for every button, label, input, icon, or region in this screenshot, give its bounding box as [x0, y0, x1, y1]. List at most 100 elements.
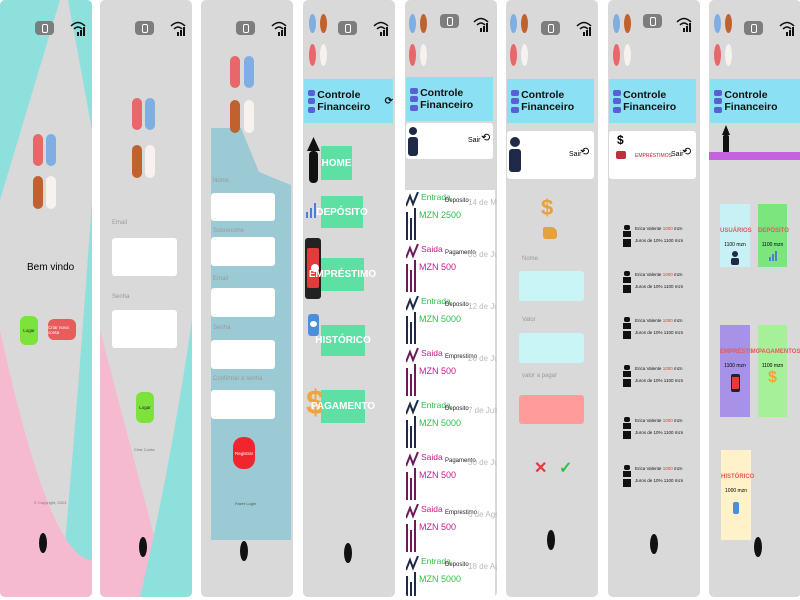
- logo-mark: [624, 44, 631, 66]
- logout-icon[interactable]: ⟲: [580, 145, 589, 158]
- menu-icon[interactable]: [714, 89, 723, 113]
- menu-icon[interactable]: [511, 89, 520, 113]
- home-indicator[interactable]: [650, 534, 658, 554]
- logo-mark: [725, 44, 732, 66]
- confirm-password-field[interactable]: [211, 390, 275, 419]
- card-history[interactable]: HISTÓRICO 1000 mzn: [721, 450, 754, 540]
- screen-menu: Controle Financeiro ⟳ HOME DEPÓSITO EMPR…: [303, 0, 395, 597]
- password-field[interactable]: [112, 310, 177, 348]
- menu-icon[interactable]: [308, 89, 316, 113]
- app-header: Controle Financeiro: [609, 79, 696, 123]
- logout-icon[interactable]: ⟲: [682, 145, 691, 158]
- home-indicator[interactable]: [139, 537, 147, 557]
- refresh-icon[interactable]: ⟳: [385, 96, 393, 107]
- transaction-type: Deposito: [445, 562, 469, 568]
- user-icon: [731, 251, 739, 265]
- logo-mark: [409, 44, 416, 66]
- list-item[interactable]: Saida MZN 500 Emprestimo 6 de Agosto: [405, 502, 497, 554]
- home-indicator[interactable]: [754, 537, 762, 557]
- list-item[interactable]: Erica Valente 1000 mzn Juros de 10% 1100…: [622, 362, 692, 392]
- logo-badge: [440, 14, 459, 28]
- list-item[interactable]: Erica Valente 1000 mzn Juros de 10% 1100…: [622, 462, 692, 492]
- list-item[interactable]: Entrada MZN 5000 Deposito 18 de Agosto: [405, 554, 497, 597]
- logout-button[interactable]: Sair: [468, 137, 480, 144]
- list-item[interactable]: Erica Valente 1000 mzn Juros de 10% 1100…: [622, 222, 692, 252]
- loan-interest: Juros de 10%: [635, 284, 663, 289]
- list-item[interactable]: Saida MZN 500 Emprestimo 26 de Junho: [405, 346, 497, 398]
- login-link[interactable]: Fazer Login: [235, 501, 256, 506]
- password-field[interactable]: [211, 340, 275, 369]
- logout-icon[interactable]: ⟲: [481, 131, 490, 144]
- bookmark-icon: [308, 314, 319, 336]
- menu-item-deposit[interactable]: DEPÓSITO: [316, 196, 368, 228]
- dollar-icon: $: [768, 369, 777, 386]
- menu-item-loan[interactable]: EMPRÉSTIMO: [309, 258, 376, 291]
- list-item[interactable]: Entrada MZN 5000 Deposito 7 de Julho: [405, 398, 497, 450]
- app-header: Controle Financeiro: [710, 79, 800, 123]
- surname-field[interactable]: [211, 237, 275, 266]
- trend-chart-icon: [406, 192, 419, 240]
- logo-mark: [309, 44, 316, 66]
- wifi-signal-icon: [779, 21, 795, 36]
- loan-interest-value: 1100 mzn: [663, 330, 684, 335]
- trend-chart-icon: [406, 348, 419, 396]
- logo-mark: [320, 44, 327, 66]
- loan-unit: mzn: [673, 272, 683, 277]
- list-item[interactable]: Entrada MZN 5000 Deposito 12 de Junho: [405, 294, 497, 346]
- screen-payment: Controle Financeiro Sair ⟲ $ Nome Valor …: [506, 0, 598, 597]
- home-icon: [307, 137, 320, 183]
- list-item[interactable]: Erica Valente 1000 mzn Juros de 10% 1100…: [622, 268, 692, 298]
- home-indicator[interactable]: [547, 530, 555, 550]
- card-users[interactable]: USUÁRIOS 1100 mzn: [720, 204, 752, 267]
- dollar-icon: $: [617, 133, 624, 147]
- name-field[interactable]: [211, 193, 275, 221]
- cancel-icon[interactable]: ✕: [534, 458, 547, 478]
- card-value: 1100 mzn: [761, 242, 784, 248]
- loan-interest: Juros de 10%: [635, 430, 663, 435]
- menu-item-home[interactable]: HOME: [321, 146, 352, 180]
- confirm-icon[interactable]: ✓: [559, 458, 572, 478]
- email-field[interactable]: [211, 288, 275, 317]
- card-deposit[interactable]: DEPÓSITO 1100 mzn: [758, 204, 789, 267]
- list-item[interactable]: Entrada MZN 2500 Deposito 14 de Março: [405, 190, 497, 242]
- loan-interest: Juros de 10%: [635, 330, 663, 335]
- register-button[interactable]: Registrar: [233, 437, 255, 469]
- logo-mark: [521, 14, 528, 33]
- logo-mark: [244, 56, 254, 88]
- menu-item-payment[interactable]: PAGAMENTO: [311, 390, 375, 423]
- login-button[interactable]: Logar: [20, 316, 38, 345]
- transaction-date: 30 de Julho: [468, 458, 497, 467]
- wifi-signal-icon: [473, 17, 489, 32]
- home-indicator[interactable]: [344, 543, 352, 563]
- value-field[interactable]: [519, 333, 584, 363]
- welcome-title: Bem vindo: [27, 262, 75, 273]
- screen-welcome: Bem vindo Logar Criar nova conta © Copyr…: [0, 0, 92, 597]
- list-item[interactable]: Erica Valente 1000 mzn Juros de 10% 1100…: [622, 314, 692, 344]
- card-payments[interactable]: PAGAMENTOS 1100 mzn $: [758, 325, 800, 417]
- create-account-link[interactable]: Criar Conta: [134, 447, 154, 452]
- card-loan[interactable]: EMPRÉSTIMO 1100 mzn: [720, 325, 760, 417]
- home-indicator[interactable]: [240, 541, 248, 561]
- email-field[interactable]: [112, 238, 177, 276]
- create-account-button[interactable]: Criar nova conta: [48, 319, 76, 340]
- login-button[interactable]: Logar: [136, 392, 154, 423]
- list-item[interactable]: Saida MZN 500 Pagamento 03 de Junho: [405, 242, 497, 294]
- loans-title: EMPRÉSTIMOS: [635, 153, 672, 159]
- loan-name: Erica Valente: [635, 272, 662, 277]
- loan-interest: Juros de 10%: [635, 478, 663, 483]
- loan-value: 1000: [662, 226, 673, 231]
- name-field[interactable]: [519, 271, 584, 301]
- list-item[interactable]: Erica Valente 1000 mzn Juros de 10% 1100…: [622, 414, 692, 444]
- menu-icon[interactable]: [613, 89, 622, 113]
- menu-item-history[interactable]: HISTÓRICO: [315, 325, 371, 356]
- home-indicator[interactable]: [39, 533, 47, 553]
- user-bar: Sair ⟲: [406, 123, 493, 159]
- menu-icon[interactable]: [410, 87, 419, 111]
- loan-name: Erica Valente: [635, 226, 662, 231]
- loan-unit: mzn: [673, 318, 683, 323]
- list-item[interactable]: Saida MZN 500 Pagamento 30 de Julho: [405, 450, 497, 502]
- amount-due-field[interactable]: [519, 395, 584, 424]
- logo-mark: [320, 14, 327, 33]
- transaction-kind: Saida: [421, 504, 443, 514]
- name-label: Nome: [213, 178, 230, 184]
